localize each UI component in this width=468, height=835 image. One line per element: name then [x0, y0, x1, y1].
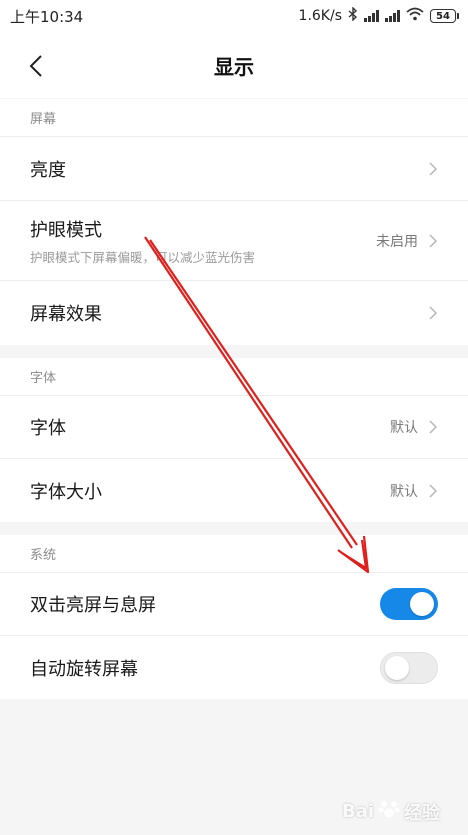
- row-double-tap[interactable]: 双击亮屏与息屏: [0, 573, 468, 636]
- signal-icon-2: [385, 10, 400, 22]
- eye-mode-subtitle: 护眼模式下屏幕偏暖，可以减少蓝光伤害: [30, 249, 256, 265]
- row-brightness[interactable]: 亮度: [0, 137, 468, 201]
- back-button[interactable]: [18, 48, 54, 84]
- font-face-label: 字体: [30, 418, 66, 439]
- section-system: 系统 双击亮屏与息屏 自动旋转屏幕: [0, 535, 468, 699]
- row-font-size[interactable]: 字体大小 默认: [0, 459, 468, 522]
- row-auto-rotate[interactable]: 自动旋转屏幕: [0, 636, 468, 699]
- watermark-logo: Bai 经验: [342, 798, 440, 825]
- chevron-right-icon: [428, 419, 438, 435]
- auto-rotate-toggle[interactable]: [380, 651, 438, 684]
- font-size-value: 默认: [390, 483, 418, 500]
- status-bar: 上午10:34 1.6K/s 54: [0, 0, 468, 32]
- font-face-value: 默认: [390, 420, 418, 436]
- paw-icon: [378, 798, 400, 825]
- chevron-right-icon: [428, 483, 438, 499]
- page-title: 显示: [214, 54, 254, 79]
- eye-mode-value: 未启用: [376, 233, 418, 250]
- chevron-right-icon: [428, 305, 438, 321]
- bluetooth-icon: [348, 6, 358, 25]
- double-tap-toggle[interactable]: [380, 588, 438, 620]
- section-screen: 屏幕 亮度 护眼模式 护眼模式下屏幕偏暖，可以减少蓝光伤害 未启用 屏幕效果: [0, 99, 468, 345]
- watermark-brand-cn: 经验: [404, 802, 440, 824]
- auto-rotate-label: 自动旋转屏幕: [30, 658, 138, 680]
- signal-icon: [364, 10, 379, 22]
- watermark-brand: Bai: [341, 801, 374, 822]
- toggle-knob: [385, 655, 409, 680]
- battery-icon: 54: [430, 9, 459, 23]
- double-tap-label: 双击亮屏与息屏: [30, 595, 156, 616]
- section-title-font: 字体: [0, 358, 468, 396]
- brightness-label: 亮度: [30, 159, 66, 181]
- section-font: 字体 字体 默认 字体大小 默认: [0, 358, 468, 522]
- status-icons: 1.6K/s 54: [298, 6, 459, 25]
- row-screen-effect[interactable]: 屏幕效果: [0, 281, 468, 345]
- toggle-knob: [410, 592, 434, 616]
- network-speed: 1.6K/s: [298, 8, 342, 24]
- section-title-screen: 屏幕: [0, 99, 468, 137]
- eye-mode-label: 护眼模式: [30, 219, 102, 241]
- section-title-system: 系统: [0, 535, 468, 573]
- status-time: 上午10:34: [10, 7, 84, 26]
- screen-effect-label: 屏幕效果: [30, 304, 102, 325]
- header: 显示: [0, 32, 468, 98]
- chevron-left-icon: [29, 55, 42, 77]
- row-eye-mode[interactable]: 护眼模式 护眼模式下屏幕偏暖，可以减少蓝光伤害 未启用: [0, 201, 468, 281]
- wifi-icon: [406, 7, 424, 25]
- chevron-right-icon: [428, 161, 438, 177]
- row-font-face[interactable]: 字体 默认: [0, 396, 468, 459]
- font-size-label: 字体大小: [30, 481, 102, 503]
- chevron-right-icon: [428, 233, 438, 249]
